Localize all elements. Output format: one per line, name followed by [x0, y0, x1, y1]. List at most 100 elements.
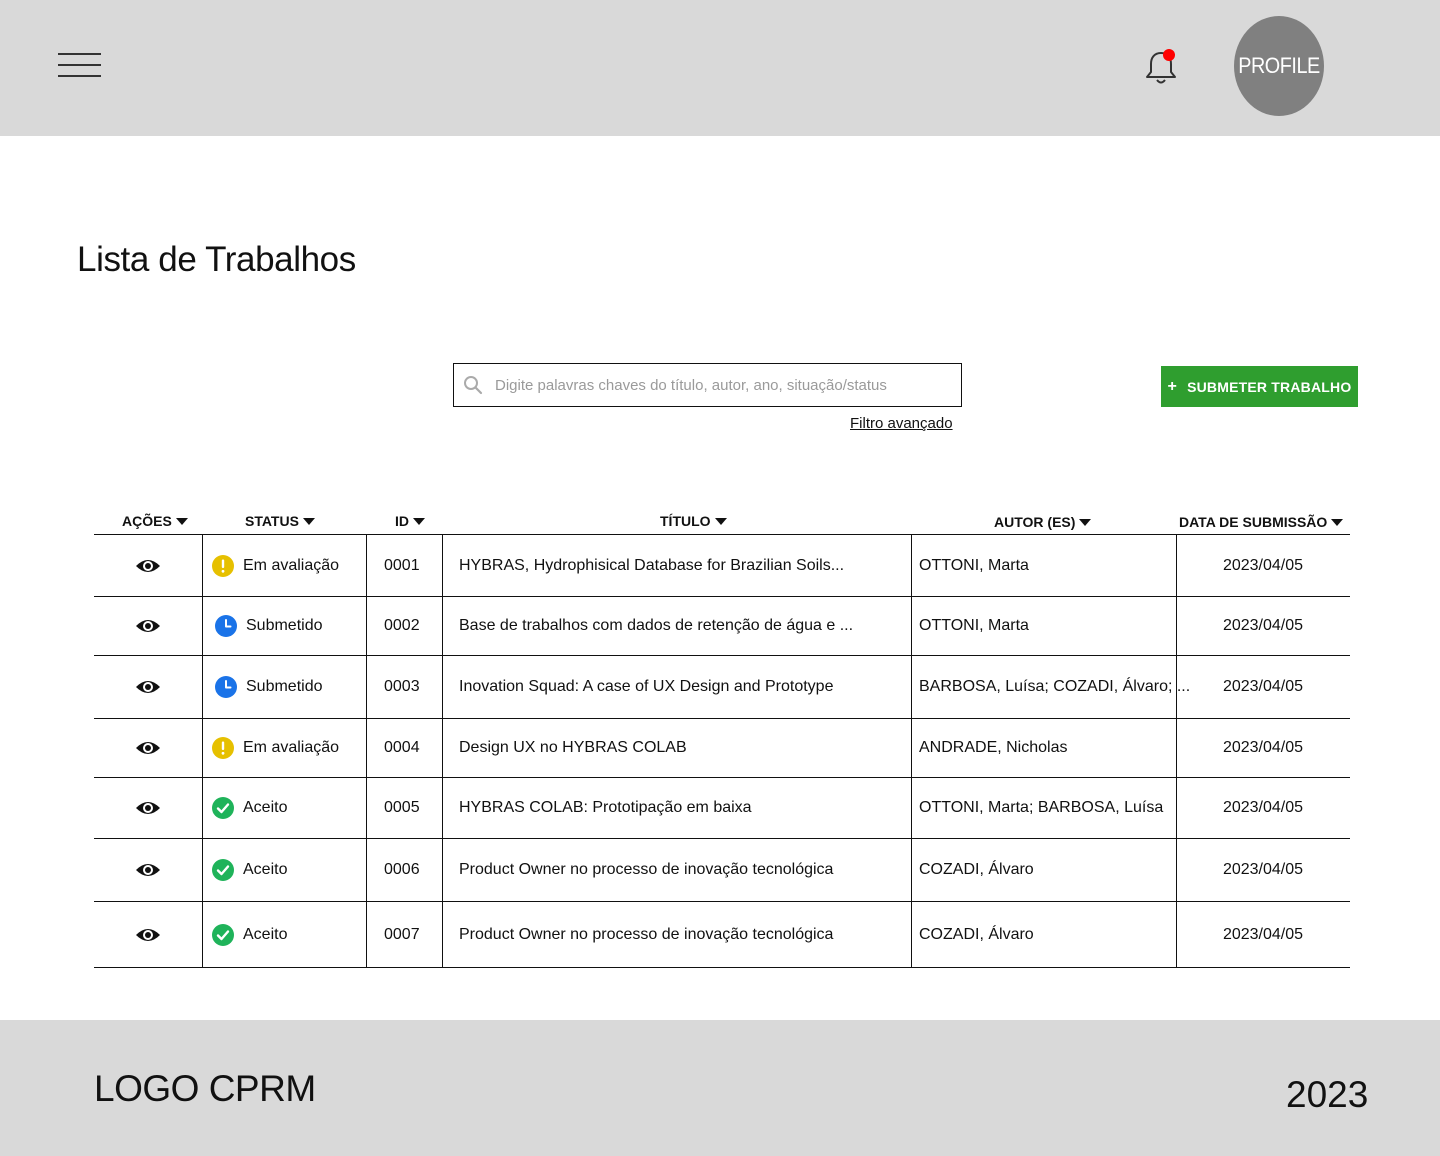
table-row: Aceito 0005 HYBRAS COLAB: Prototipação em … [94, 778, 1350, 839]
column-divider [442, 902, 443, 967]
view-eye-icon[interactable] [135, 799, 161, 817]
table-row: Em avaliação 0004 Design UX no HYBRAS COLA… [94, 719, 1350, 778]
profile-avatar[interactable]: PROFILE [1234, 16, 1324, 116]
view-eye-icon[interactable] [135, 861, 161, 879]
column-divider [366, 902, 367, 967]
table-header: AÇÕES STATUS ID TÍTULO AUTOR (ES) DATA D… [94, 505, 1350, 535]
title-cell: Product Owner no processo de inovação te… [459, 925, 834, 943]
title-cell: Base de trabalhos com dados de retenção … [459, 617, 854, 634]
actions-cell [94, 902, 202, 967]
id-cell: 0006 [384, 861, 420, 878]
date-cell: 2023/04/05 [1222, 556, 1304, 574]
hamburger-menu-icon[interactable] [58, 52, 102, 80]
column-divider [202, 839, 203, 901]
column-header-title[interactable]: TÍTULO [660, 513, 727, 529]
actions-cell [94, 839, 202, 901]
column-header-id[interactable]: ID [395, 513, 425, 529]
submit-work-label: SUBMETER TRABALHO [1187, 378, 1352, 395]
id-cell: 0003 [384, 678, 420, 695]
view-eye-icon[interactable] [135, 617, 161, 635]
column-header-date[interactable]: DATA DE SUBMISSÃO [1179, 514, 1344, 530]
search-icon [464, 376, 483, 395]
warning-icon [212, 737, 234, 759]
status-label: Em avaliação [243, 556, 340, 574]
title-cell: Design UX no HYBRAS COLAB [459, 739, 687, 756]
table-row: Submetido 0003 Inovation Squad: A case of … [94, 656, 1350, 719]
status-cell: Aceito [212, 839, 362, 901]
column-header-status[interactable]: STATUS [245, 513, 315, 529]
table-row: Aceito 0006 Product Owner no processo de i… [94, 839, 1350, 902]
status-label: Aceito [243, 799, 288, 816]
column-divider [202, 902, 203, 967]
date-cell: 2023/04/05 [1222, 678, 1304, 695]
column-header-author[interactable]: AUTOR (ES) [994, 514, 1092, 530]
title-cell: HYBRAS, Hydrophisical Database for Brazi… [459, 556, 845, 574]
id-cell: 0007 [384, 925, 420, 943]
column-divider [911, 839, 912, 901]
column-divider [911, 902, 912, 967]
clock-icon [215, 615, 237, 637]
column-divider [911, 656, 912, 718]
id-cell: 0004 [384, 739, 420, 756]
top-bar: PROFILE [0, 0, 1440, 136]
column-divider [442, 839, 443, 901]
status-label: Aceito [243, 925, 288, 943]
status-cell: Submetido [212, 656, 362, 718]
title-cell: HYBRAS COLAB: Prototipação em baixa [459, 799, 752, 816]
sort-caret-icon [175, 517, 188, 525]
sort-caret-icon [714, 517, 727, 525]
column-divider [911, 778, 912, 838]
column-divider [202, 535, 203, 596]
date-cell: 2023/04/05 [1222, 739, 1304, 756]
actions-cell [94, 719, 202, 777]
column-divider [366, 656, 367, 718]
column-divider [366, 778, 367, 838]
table-body: Em avaliação 0001 HYBRAS, Hydrophisical Da… [94, 535, 1350, 968]
column-divider [442, 719, 443, 777]
works-table: AÇÕES STATUS ID TÍTULO AUTOR (ES) DATA D… [94, 505, 1350, 968]
id-cell: 0001 [384, 556, 420, 574]
page-title: Lista de Trabalhos [77, 240, 356, 279]
notification-badge [1163, 49, 1175, 61]
view-eye-icon[interactable] [135, 926, 161, 944]
author-cell: COZADI, Álvaro [919, 925, 1034, 943]
status-cell: Em avaliação [212, 719, 362, 777]
search-box[interactable] [453, 363, 962, 407]
column-header-actions[interactable]: AÇÕES [122, 513, 188, 529]
author-cell: ANDRADE, Nicholas [919, 739, 1068, 756]
column-divider [202, 656, 203, 718]
column-divider [202, 778, 203, 838]
view-eye-icon[interactable] [135, 739, 161, 757]
date-cell: 2023/04/05 [1222, 617, 1304, 634]
view-eye-icon[interactable] [135, 678, 161, 696]
sort-caret-icon [1331, 518, 1344, 526]
column-divider [442, 656, 443, 718]
status-cell: Aceito [212, 902, 362, 967]
column-divider [366, 535, 367, 596]
submit-work-button[interactable]: + SUBMETER TRABALHO [1161, 366, 1358, 407]
view-eye-icon[interactable] [135, 557, 161, 575]
author-cell: COZADI, Álvaro [919, 861, 1034, 878]
column-divider [442, 535, 443, 596]
actions-cell [94, 535, 202, 596]
check-icon [212, 923, 234, 946]
column-divider [366, 839, 367, 901]
actions-cell [94, 656, 202, 718]
date-cell: 2023/04/05 [1222, 799, 1304, 816]
footer-logo: LOGO CPRM [94, 1068, 316, 1109]
sort-caret-icon [413, 517, 425, 525]
footer-year: 2023 [1286, 1074, 1369, 1115]
advanced-filter-link[interactable]: Filtro avançado [850, 415, 953, 432]
search-input[interactable] [495, 364, 961, 406]
sort-caret-icon [302, 517, 315, 525]
date-cell: 2023/04/05 [1222, 925, 1304, 943]
actions-cell [94, 778, 202, 838]
column-divider [442, 597, 443, 655]
column-divider [202, 719, 203, 777]
check-icon [212, 859, 234, 881]
status-cell: Aceito [212, 778, 362, 838]
table-row: Submetido 0002 Base de trabalhos com dados… [94, 597, 1350, 656]
warning-icon [212, 554, 234, 577]
column-divider [911, 597, 912, 655]
id-cell: 0005 [384, 799, 420, 816]
